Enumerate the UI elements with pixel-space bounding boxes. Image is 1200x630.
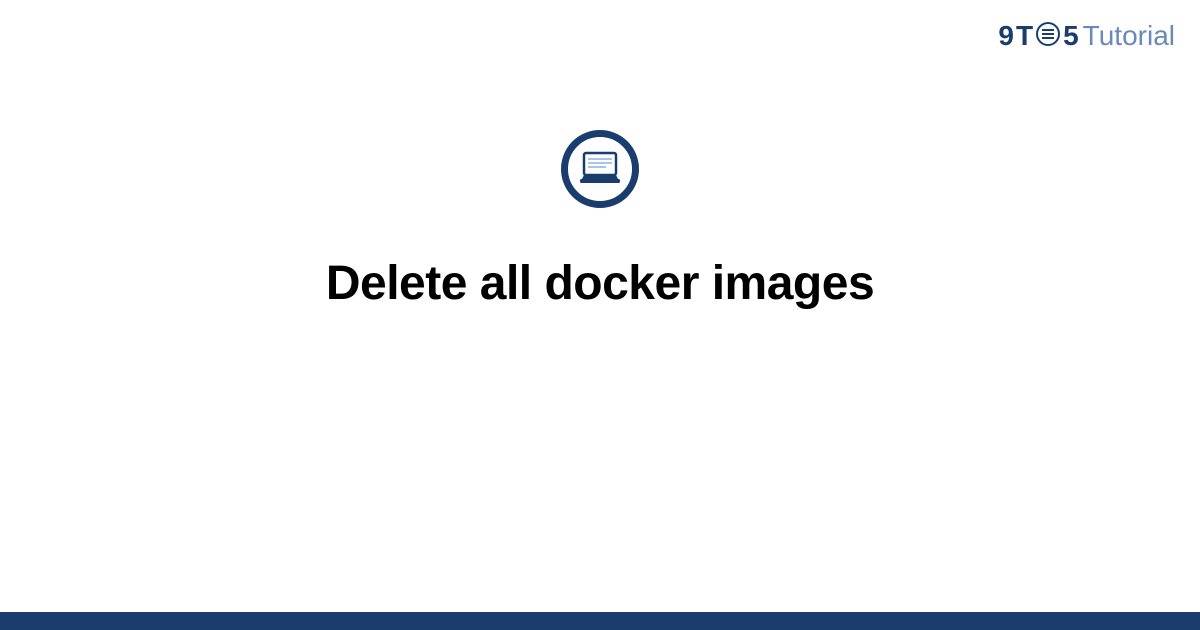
page-icon-circle [561,130,639,208]
brand-tutorial: Tutorial [1083,20,1175,52]
brand-circle-icon [1036,22,1060,46]
brand-nine: 9 [998,20,1014,52]
main-content: Delete all docker images [0,130,1200,311]
footer-bar [0,612,1200,630]
laptop-icon [578,151,622,187]
page-title: Delete all docker images [326,256,874,311]
brand-five: 5 [1063,20,1079,52]
brand-t-letter: T [1016,20,1033,52]
brand-header: 9 T 5 Tutorial [998,20,1175,52]
